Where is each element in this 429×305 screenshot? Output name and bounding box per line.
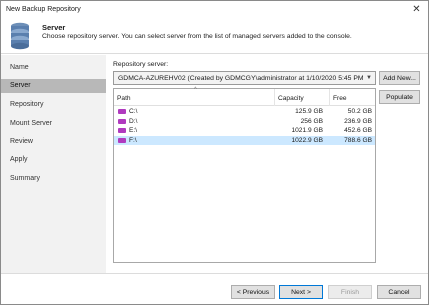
repository-server-label: Repository server: [113, 61, 169, 68]
chevron-down-icon[interactable]: ▼ [363, 75, 375, 81]
step-summary[interactable]: Summary [1, 172, 106, 186]
drive-icon [118, 109, 126, 115]
drive-icon [118, 118, 126, 124]
table-row-selected[interactable]: F:\ 1022.9 GB 788.6 GB [114, 135, 375, 146]
wizard-header: Server Choose repository server. You can… [1, 18, 428, 54]
table-header: ^ Path Capacity Free [114, 87, 375, 106]
column-header-free[interactable]: Free [329, 89, 375, 106]
wizard-content: Repository server: GDMCA-AZUREHV02 (Crea… [106, 55, 428, 273]
table-row[interactable]: D:\ 256 GB 236.9 GB [114, 117, 375, 127]
path-cell: E:\ [118, 126, 137, 136]
path-text: E:\ [129, 127, 138, 134]
step-repository[interactable]: Repository [1, 98, 106, 112]
footer-divider [1, 273, 428, 274]
path-text: F:\ [129, 136, 137, 144]
free-cell: 236.9 GB [344, 117, 372, 125]
step-review[interactable]: Review [1, 135, 106, 149]
table-row[interactable]: E:\ 1021.9 GB 452.6 GB [114, 126, 375, 136]
path-cell: D:\ [118, 117, 137, 127]
free-cell: 452.6 GB [344, 127, 372, 134]
new-backup-repository-window: New Backup Repository ✕ Server Choose re… [0, 0, 429, 305]
column-header-capacity[interactable]: Capacity [274, 89, 329, 106]
path-cell: C:\ [118, 107, 137, 117]
capacity-cell: 1021.9 GB [291, 127, 323, 134]
next-button[interactable]: Next > [279, 285, 323, 299]
free-cell: 788.6 GB [344, 136, 372, 144]
wizard-steps-sidebar: Name Server Repository Mount Server Revi… [1, 55, 106, 273]
column-header-path[interactable]: Path [114, 89, 274, 106]
free-cell: 50.2 GB [347, 108, 372, 115]
capacity-cell: 256 GB [300, 117, 323, 125]
database-icon [11, 22, 29, 50]
path-text: D:\ [129, 117, 138, 125]
table-row[interactable]: C:\ 125.9 GB 50.2 GB [114, 107, 375, 117]
step-mount-server[interactable]: Mount Server [1, 117, 106, 131]
cancel-button[interactable]: Cancel [377, 285, 421, 299]
capacity-cell: 1022.9 GB [291, 136, 323, 144]
step-apply[interactable]: Apply [1, 153, 106, 167]
page-description: Choose repository server. You can select… [42, 33, 352, 40]
close-icon[interactable]: ✕ [411, 4, 422, 15]
add-new-button[interactable]: Add New... [379, 71, 420, 85]
path-cell: F:\ [118, 136, 137, 146]
repository-server-dropdown[interactable]: GDMCA-AZUREHV02 (Created by GDMCGY\admin… [113, 71, 376, 85]
previous-button[interactable]: < Previous [231, 285, 275, 299]
path-text: C:\ [129, 108, 138, 115]
drive-icon [118, 128, 126, 134]
finish-button[interactable]: Finish [328, 285, 372, 299]
step-server[interactable]: Server [1, 79, 106, 93]
window-title: New Backup Repository [6, 6, 81, 13]
populate-button[interactable]: Populate [379, 90, 420, 104]
drive-icon [118, 137, 126, 143]
page-title: Server [42, 23, 66, 32]
volumes-table: ^ Path Capacity Free C:\ 125.9 GB 50.2 G… [113, 87, 376, 263]
repository-server-value: GDMCA-AZUREHV02 (Created by GDMCGY\admin… [118, 74, 363, 82]
capacity-cell: 125.9 GB [295, 108, 323, 115]
title-bar: New Backup Repository ✕ [1, 1, 428, 18]
step-name[interactable]: Name [1, 61, 106, 75]
